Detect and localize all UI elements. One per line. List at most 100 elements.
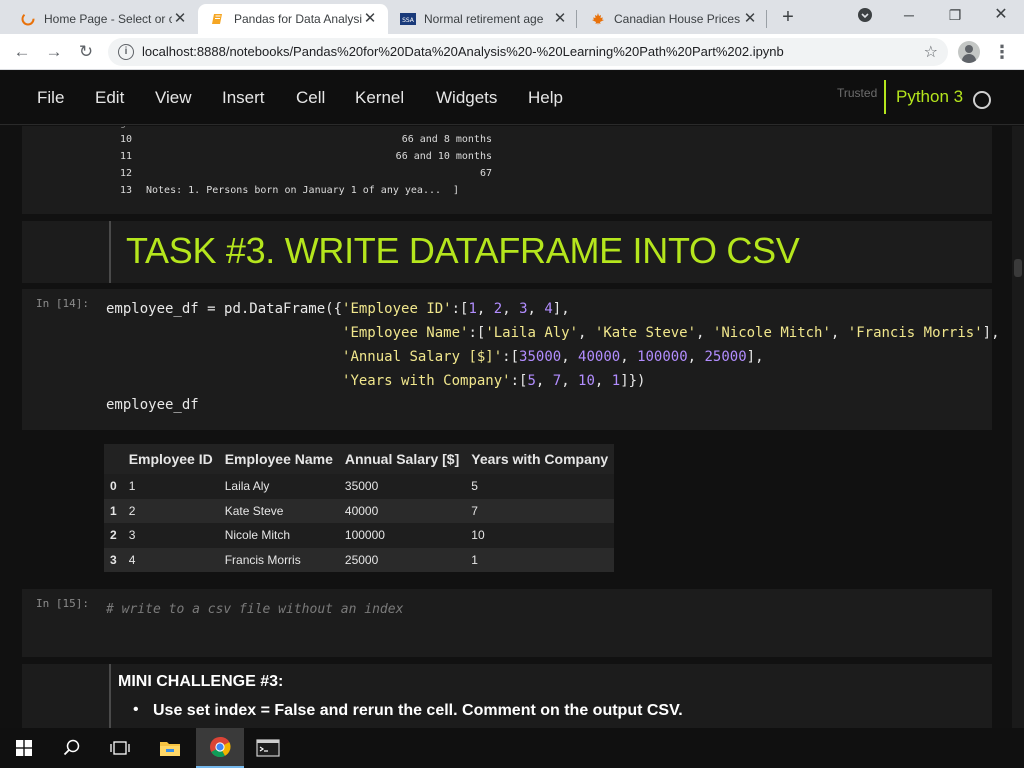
jupyter-notebook-icon: [210, 11, 226, 27]
previous-cell-output: 9 10 66 and 8 months 11 66 and 10 months…: [22, 126, 992, 214]
notebook-container[interactable]: 9 10 66 and 8 months 11 66 and 10 months…: [0, 126, 1012, 728]
menu-kernel[interactable]: Kernel: [355, 88, 404, 108]
tab-pandas-notebook[interactable]: Pandas for Data Analysis ✕: [198, 4, 388, 34]
output-row: 10 66 and 8 months: [120, 134, 492, 145]
code-cell-15[interactable]: In [15]: # write to a csv file without a…: [22, 589, 992, 657]
svg-text:SSA: SSA: [402, 17, 415, 24]
cell-prompt: In [15]:: [36, 597, 89, 610]
table-row: 1 2 Kate Steve 40000 7: [104, 498, 615, 523]
tab-title: Home Page - Select or c: [44, 12, 172, 26]
profile-avatar-icon[interactable]: [958, 41, 980, 63]
close-tab-icon[interactable]: ✕: [742, 11, 758, 27]
table-row: 2 3 Nicole Mitch 100000 10: [104, 523, 615, 548]
tab-title: Canadian House Prices: [614, 12, 741, 26]
column-header: Years with Company: [465, 444, 615, 474]
chrome-icon[interactable]: [196, 728, 244, 768]
code-comment-line[interactable]: # write to a csv file without an index: [106, 602, 403, 617]
code-cell-14[interactable]: In [14]: employee_df = pd.DataFrame({'Em…: [22, 289, 1000, 430]
menu-cell[interactable]: Cell: [296, 88, 325, 108]
site-info-icon[interactable]: i: [118, 44, 134, 60]
reload-icon[interactable]: ↻: [74, 40, 98, 64]
table-cell: 5: [465, 474, 615, 499]
markdown-cell-task3[interactable]: TASK #3. WRITE DATAFRAME INTO CSV: [22, 221, 992, 283]
close-tab-icon[interactable]: ✕: [172, 11, 188, 27]
tab-separator: [766, 10, 767, 28]
address-bar: ← → ↻ i localhost:8888/notebooks/Pandas%…: [0, 34, 1024, 70]
menu-view[interactable]: View: [155, 88, 192, 108]
table-cell: Nicole Mitch: [218, 523, 339, 548]
row-index: 2: [104, 523, 123, 548]
table-cell: Laila Aly: [218, 474, 339, 499]
mini-challenge-bullet: Use set index = False and rerun the cell…: [153, 702, 683, 719]
close-window-icon[interactable]: ✕: [986, 4, 1016, 26]
browser-tab-strip: Home Page - Select or c ✕ Pandas for Dat…: [0, 0, 1024, 34]
windows-start-icon[interactable]: [0, 728, 48, 768]
terminal-icon[interactable]: [244, 728, 292, 768]
table-cell: 35000: [338, 474, 466, 499]
row-index: 3: [104, 547, 123, 572]
output-row: 13 Notes: 1. Persons born on January 1 o…: [120, 185, 460, 196]
table-cell: 25000: [338, 547, 466, 572]
menu-insert[interactable]: Insert: [222, 88, 265, 108]
minimize-icon[interactable]: ─: [894, 4, 924, 26]
table-header-row: Employee ID Employee Name Annual Salary …: [104, 444, 615, 474]
back-arrow-icon[interactable]: ←: [10, 40, 34, 64]
tab-title: Pandas for Data Analysis: [234, 12, 362, 26]
table-cell: 1: [122, 474, 219, 499]
tab-title: Normal retirement age: [424, 12, 544, 26]
table-cell: Francis Morris: [218, 547, 339, 572]
menu-edit[interactable]: Edit: [95, 88, 124, 108]
jupyter-menubar: File Edit View Insert Cell Kernel Widget…: [0, 71, 1024, 125]
table-cell: 2: [122, 498, 219, 523]
column-header: Annual Salary [$]: [338, 444, 466, 474]
url-text: localhost:8888/notebooks/Pandas%20for%20…: [142, 44, 784, 59]
task-view-icon[interactable]: [96, 728, 144, 768]
menu-help[interactable]: Help: [528, 88, 563, 108]
task3-heading: TASK #3. WRITE DATAFRAME INTO CSV: [126, 230, 800, 271]
scrollbar-thumb[interactable]: [1014, 259, 1022, 277]
kernel-name[interactable]: Python 3: [896, 87, 963, 107]
table-cell: Kate Steve: [218, 498, 339, 523]
trusted-indicator[interactable]: Trusted: [837, 86, 877, 100]
table-cell: 100000: [338, 523, 466, 548]
tab-home-page[interactable]: Home Page - Select or c ✕: [8, 4, 198, 34]
notebook-scrollbar[interactable]: [1012, 126, 1024, 728]
ssa-icon: SSA: [400, 11, 416, 27]
output-row: 11 66 and 10 months: [120, 151, 492, 162]
menu-widgets[interactable]: Widgets: [436, 88, 497, 108]
table-cell: 40000: [338, 498, 466, 523]
output-row: 12 67: [120, 168, 492, 179]
close-tab-icon[interactable]: ✕: [552, 11, 568, 27]
table-cell: 10: [465, 523, 615, 548]
cell-left-border: [109, 221, 111, 283]
windows-taskbar: [0, 728, 1024, 768]
restore-icon[interactable]: ❐: [940, 4, 970, 26]
table-cell: 4: [122, 547, 219, 572]
tab-search-icon[interactable]: [850, 4, 880, 26]
code-line-2[interactable]: 'Employee Name':['Laila Aly', 'Kate Stev…: [106, 325, 999, 341]
new-tab-plus-icon[interactable]: +: [777, 6, 799, 28]
row-index: 0: [104, 474, 123, 499]
file-explorer-icon[interactable]: [146, 728, 194, 768]
tab-retirement-age[interactable]: SSA Normal retirement age ✕: [388, 4, 578, 34]
close-tab-icon[interactable]: ✕: [362, 11, 378, 27]
dataframe-table: Employee ID Employee Name Annual Salary …: [104, 444, 615, 572]
url-omnibox[interactable]: i localhost:8888/notebooks/Pandas%20for%…: [108, 38, 948, 66]
code-line-5[interactable]: employee_df: [106, 397, 199, 413]
spinner-icon: [20, 11, 36, 27]
chrome-menu-icon[interactable]: ⋮: [992, 40, 1012, 64]
table-row: 0 1 Laila Aly 35000 5: [104, 474, 615, 499]
mini-challenge-heading: MINI CHALLENGE #3:: [118, 673, 284, 690]
row-index: 1: [104, 498, 123, 523]
markdown-cell-mini-challenge[interactable]: MINI CHALLENGE #3: • Use set index = Fal…: [22, 664, 992, 728]
code-line-3[interactable]: 'Annual Salary [$]':[35000, 40000, 10000…: [106, 349, 764, 365]
bookmark-star-icon[interactable]: ☆: [924, 42, 938, 62]
tab-canadian-house-prices[interactable]: Canadian House Prices ✕: [578, 4, 768, 34]
dataframe-output: Employee ID Employee Name Annual Salary …: [22, 430, 992, 582]
column-header-index: [104, 444, 123, 474]
forward-arrow-icon[interactable]: →: [42, 40, 66, 64]
menu-file[interactable]: File: [37, 88, 64, 108]
search-icon[interactable]: [48, 728, 96, 768]
code-line-1[interactable]: employee_df = pd.DataFrame({'Employee ID…: [106, 301, 570, 317]
code-line-4[interactable]: 'Years with Company':[5, 7, 10, 1]}): [106, 373, 645, 389]
